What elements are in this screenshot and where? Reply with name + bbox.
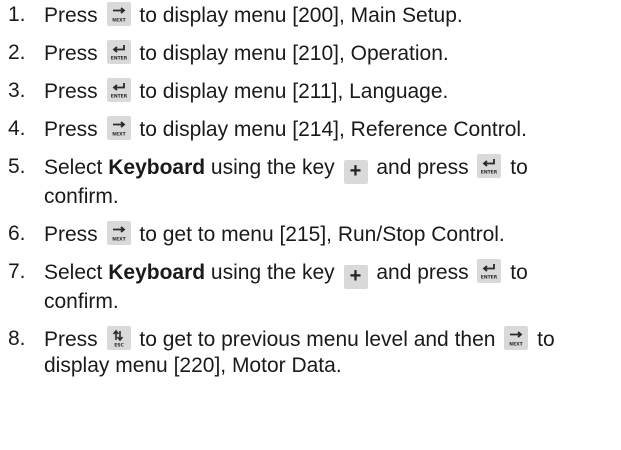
step-text: Press bbox=[44, 4, 98, 27]
next-key-label: NEXT bbox=[112, 237, 126, 243]
step-number: 7. bbox=[8, 260, 26, 283]
enter-key-label: ENTER bbox=[110, 94, 127, 100]
enter-key-label: ENTER bbox=[481, 275, 498, 281]
plus-key-icon: + bbox=[343, 265, 368, 289]
esc-key-icon: ESC bbox=[106, 326, 131, 350]
step-text: Select bbox=[44, 261, 103, 284]
step-4: 4. Press NEXT to display menu [214], Ref… bbox=[0, 116, 621, 143]
next-key-label: NEXT bbox=[510, 342, 524, 348]
instruction-list: 1. Press NEXT to display menu [200], Mai… bbox=[0, 0, 621, 379]
esc-key-label: ESC bbox=[114, 343, 124, 349]
step-number: 8. bbox=[8, 327, 26, 350]
option-keyboard: Keyboard bbox=[108, 261, 206, 284]
step-number: 3. bbox=[8, 79, 26, 102]
step-text: Select bbox=[44, 156, 103, 179]
step-text: to display menu [200], Main Setup. bbox=[139, 4, 463, 27]
next-key-icon: NEXT bbox=[106, 2, 131, 26]
step-number: 5. bbox=[8, 155, 26, 178]
enter-key-label: ENTER bbox=[481, 170, 498, 176]
step-text: Press bbox=[44, 118, 98, 141]
step-text: using the key bbox=[210, 156, 335, 179]
option-keyboard: Keyboard bbox=[108, 156, 206, 179]
step-text: to display menu [214], Reference Control… bbox=[139, 118, 527, 141]
step-number: 2. bbox=[8, 41, 26, 64]
step-text: and press bbox=[376, 156, 469, 179]
step-text: to display menu [210], Operation. bbox=[139, 42, 449, 65]
step-text: to get to previous menu level and then bbox=[139, 328, 496, 351]
step-text: Press bbox=[44, 80, 98, 103]
step-2: 2. Press ENTER to display menu [210], Op… bbox=[0, 40, 621, 67]
next-key-icon: NEXT bbox=[106, 221, 131, 245]
step-text: Press bbox=[44, 223, 98, 246]
step-3: 3. Press ENTER to display menu [211], La… bbox=[0, 78, 621, 105]
step-1: 1. Press NEXT to display menu [200], Mai… bbox=[0, 2, 621, 29]
step-text: Press bbox=[44, 328, 98, 351]
step-text: to display menu [211], Language. bbox=[139, 80, 449, 103]
step-number: 6. bbox=[8, 222, 26, 245]
next-key-icon: NEXT bbox=[504, 326, 529, 350]
step-number: 4. bbox=[8, 117, 26, 140]
step-text: and press bbox=[376, 261, 469, 284]
plus-key-icon: + bbox=[343, 160, 368, 184]
step-8: 8. Press ESC to get to previous menu lev… bbox=[0, 326, 621, 379]
enter-key-icon: ENTER bbox=[477, 259, 502, 283]
step-7: 7. Select Keyboard using the key + and p… bbox=[0, 259, 621, 315]
enter-key-label: ENTER bbox=[110, 56, 127, 62]
enter-key-icon: ENTER bbox=[106, 78, 131, 102]
next-key-label: NEXT bbox=[112, 132, 126, 138]
step-text: to get to menu [215], Run/Stop Control. bbox=[139, 223, 505, 246]
step-number: 1. bbox=[8, 3, 26, 26]
step-text: using the key bbox=[210, 261, 335, 284]
step-5: 5. Select Keyboard using the key + and p… bbox=[0, 154, 621, 210]
step-6: 6. Press NEXT to get to menu [215], Run/… bbox=[0, 221, 621, 248]
enter-key-icon: ENTER bbox=[477, 154, 502, 178]
next-key-icon: NEXT bbox=[106, 116, 131, 140]
next-key-label: NEXT bbox=[112, 18, 126, 24]
step-text: Press bbox=[44, 42, 98, 65]
enter-key-icon: ENTER bbox=[106, 40, 131, 64]
